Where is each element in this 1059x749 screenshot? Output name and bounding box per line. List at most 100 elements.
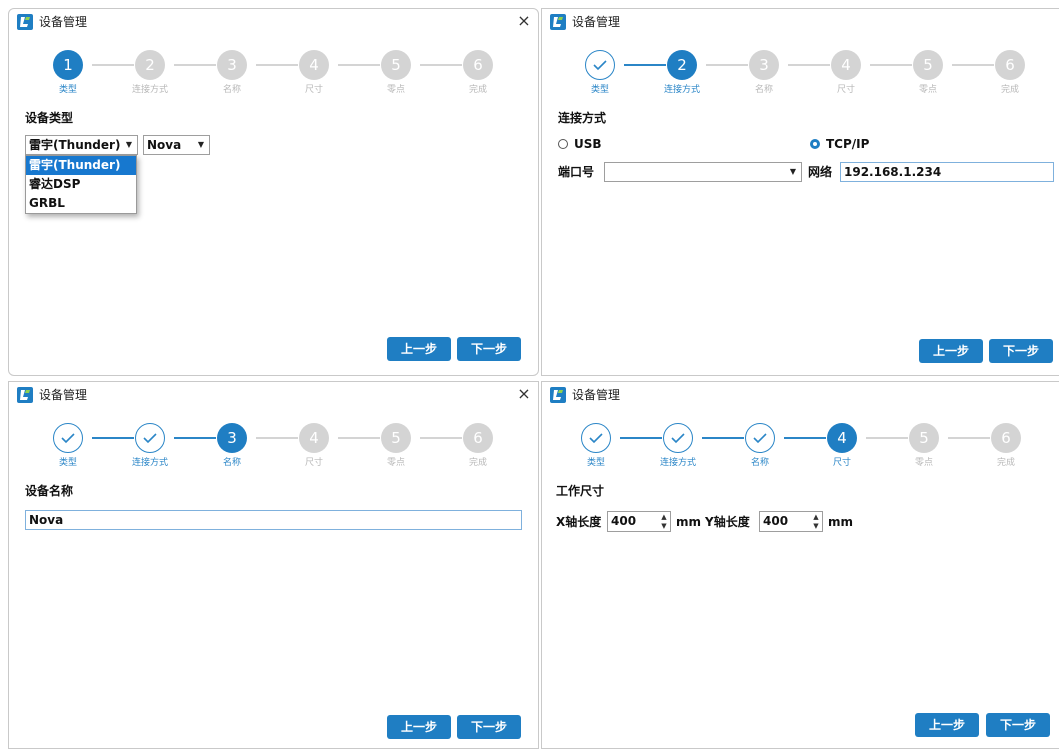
step-connector (784, 437, 826, 439)
step-indicator: 2 3 4 5 6 类型 连接方式 名称 尺寸 零点 完成 (542, 9, 1059, 109)
step-5-circle: 5 (909, 423, 939, 453)
step-label-origin: 零点 (918, 85, 937, 95)
step-connector (420, 64, 462, 66)
step-6-circle: 6 (995, 50, 1025, 80)
section-title: 设备类型 (25, 111, 74, 125)
x-unit-label: mm (676, 515, 702, 529)
device-type-select[interactable]: 雷宇(Thunder) ▼ (25, 135, 138, 155)
step-label-finish: 完成 (1000, 85, 1019, 95)
step-label-name: 名称 (222, 458, 241, 468)
x-axis-length-label: X轴长度 (556, 515, 602, 529)
step-2-circle: 2 (135, 50, 165, 80)
option-ruida-dsp[interactable]: 睿达DSP (26, 175, 136, 194)
chevron-down-icon: ▼ (789, 167, 796, 176)
spin-arrows-icon[interactable]: ▲ ▼ (660, 513, 668, 531)
tcp-ip-radio[interactable]: TCP/IP (810, 137, 869, 151)
section-title: 连接方式 (558, 111, 607, 125)
step-5-circle: 5 (381, 50, 411, 80)
device-name-input[interactable]: Nova (25, 510, 522, 530)
step-6-circle: 6 (463, 423, 493, 453)
step-2-circle: 2 (667, 50, 697, 80)
y-axis-length-label: Y轴长度 (705, 515, 750, 529)
step-connector (92, 437, 134, 439)
step-label-name: 名称 (750, 458, 769, 468)
network-label: 网络 (808, 165, 833, 179)
device-manager-window-type: 设备管理 × 1 2 3 4 5 6 类型 连接方式 名称 尺寸 零点 完成 设… (8, 8, 539, 376)
radio-unchecked-icon (558, 139, 568, 149)
prev-button[interactable]: 上一步 (915, 713, 979, 737)
port-select[interactable]: ▼ (604, 162, 802, 182)
x-axis-length-spinbox[interactable]: 400 ▲ ▼ (607, 511, 671, 532)
step-1-circle: 1 (53, 50, 83, 80)
step-4-circle: 4 (831, 50, 861, 80)
step-indicator: 4 5 6 类型 连接方式 名称 尺寸 零点 完成 (542, 382, 1059, 482)
step-label-size: 尺寸 (836, 85, 855, 95)
next-button[interactable]: 下一步 (989, 339, 1053, 363)
step-connector (866, 437, 908, 439)
step-4-circle: 4 (299, 423, 329, 453)
port-label: 端口号 (558, 165, 595, 179)
step-label-connection: 连接方式 (131, 458, 168, 468)
step-label-type: 类型 (586, 458, 605, 468)
step-connector (174, 64, 216, 66)
step-connector (706, 64, 748, 66)
step-connector (174, 437, 216, 439)
step-4-circle: 4 (299, 50, 329, 80)
y-axis-length-spinbox[interactable]: 400 ▲ ▼ (759, 511, 823, 532)
step-label-type: 类型 (58, 85, 77, 95)
step-label-size: 尺寸 (304, 85, 323, 95)
prev-button[interactable]: 上一步 (919, 339, 983, 363)
section-title: 设备名称 (25, 484, 74, 498)
section-title: 工作尺寸 (556, 484, 605, 498)
prev-button[interactable]: 上一步 (387, 337, 451, 361)
ip-address-input[interactable]: 192.168.1.234 (840, 162, 1054, 182)
step-3-circle: 3 (217, 423, 247, 453)
device-model-select[interactable]: Nova ▼ (143, 135, 210, 155)
step-connector (338, 437, 380, 439)
y-unit-label: mm (828, 515, 854, 529)
step-connector (92, 64, 134, 66)
step-5-circle: 5 (913, 50, 943, 80)
step-connector (870, 64, 912, 66)
step-label-origin: 零点 (386, 458, 405, 468)
step-indicator: 3 4 5 6 类型 连接方式 名称 尺寸 零点 完成 (9, 382, 538, 482)
step-label-origin: 零点 (386, 85, 405, 95)
step-connector (948, 437, 990, 439)
step-connector (256, 64, 298, 66)
next-button[interactable]: 下一步 (457, 715, 521, 739)
step-3-check-icon (745, 423, 775, 453)
step-connector (338, 64, 380, 66)
step-3-circle: 3 (749, 50, 779, 80)
option-thunder[interactable]: 雷宇(Thunder) (26, 156, 136, 175)
step-label-finish: 完成 (468, 85, 487, 95)
step-connector (256, 437, 298, 439)
step-label-connection: 连接方式 (659, 458, 696, 468)
step-label-origin: 零点 (914, 458, 933, 468)
step-label-name: 名称 (754, 85, 773, 95)
step-indicator: 1 2 3 4 5 6 类型 连接方式 名称 尺寸 零点 完成 (9, 9, 538, 109)
step-4-circle: 4 (827, 423, 857, 453)
step-label-connection: 连接方式 (663, 85, 700, 95)
step-connector (952, 64, 994, 66)
step-1-check-icon (53, 423, 83, 453)
device-type-dropdown: 雷宇(Thunder) 睿达DSP GRBL (25, 155, 137, 214)
step-6-circle: 6 (463, 50, 493, 80)
chevron-down-icon: ▼ (197, 140, 204, 149)
step-connector (624, 64, 666, 66)
next-button[interactable]: 下一步 (986, 713, 1050, 737)
chevron-down-icon: ▼ (125, 140, 132, 149)
prev-button[interactable]: 上一步 (387, 715, 451, 739)
step-connector (620, 437, 662, 439)
device-manager-window-name: 设备管理 × 3 4 5 6 类型 连接方式 名称 尺寸 零点 完成 设备名称 … (8, 381, 539, 749)
step-connector (702, 437, 744, 439)
option-grbl[interactable]: GRBL (26, 194, 136, 213)
step-2-check-icon (135, 423, 165, 453)
next-button[interactable]: 下一步 (457, 337, 521, 361)
spin-arrows-icon[interactable]: ▲ ▼ (812, 513, 820, 531)
step-3-circle: 3 (217, 50, 247, 80)
step-label-finish: 完成 (468, 458, 487, 468)
usb-radio[interactable]: USB (558, 137, 602, 151)
device-manager-window-connection: 设备管理 2 3 4 5 6 类型 连接方式 名称 尺寸 零点 完成 连接方式 … (541, 8, 1059, 376)
step-6-circle: 6 (991, 423, 1021, 453)
step-label-type: 类型 (58, 458, 77, 468)
